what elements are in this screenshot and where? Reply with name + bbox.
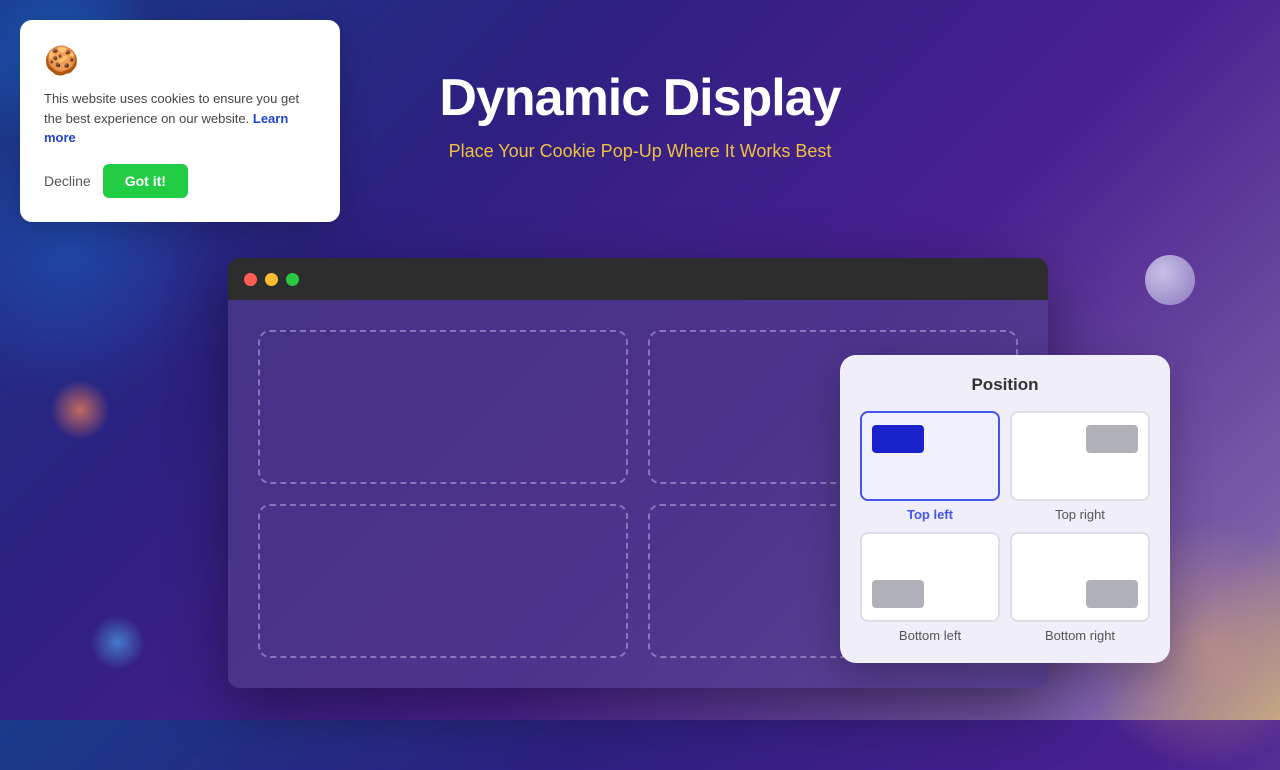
cookie-popup: 🍪 This website uses cookies to ensure yo… bbox=[20, 20, 340, 222]
background-blob-small-blue bbox=[90, 615, 145, 670]
decline-button[interactable]: Decline bbox=[44, 173, 91, 189]
position-indicator-bottom-left bbox=[872, 580, 924, 608]
traffic-dot-red[interactable] bbox=[244, 273, 257, 286]
background-blob-orange bbox=[50, 380, 110, 440]
cookie-icon: 🍪 bbox=[44, 44, 316, 77]
position-preview-bottom-right bbox=[1010, 532, 1150, 622]
traffic-dot-yellow[interactable] bbox=[265, 273, 278, 286]
position-grid: Top left Top right Bottom left Bottom ri… bbox=[860, 411, 1150, 643]
position-panel: Position Top left Top right Bottom left … bbox=[840, 355, 1170, 663]
position-panel-title: Position bbox=[860, 375, 1150, 395]
traffic-dot-green[interactable] bbox=[286, 273, 299, 286]
content-placeholder-bottom-left bbox=[258, 504, 628, 658]
gotit-button[interactable]: Got it! bbox=[103, 164, 188, 198]
background-sphere bbox=[1145, 255, 1195, 305]
position-label-top-right: Top right bbox=[1055, 507, 1105, 522]
position-label-bottom-right: Bottom right bbox=[1045, 628, 1115, 643]
position-preview-bottom-left bbox=[860, 532, 1000, 622]
position-preview-top-left bbox=[860, 411, 1000, 501]
cookie-text: This website uses cookies to ensure you … bbox=[44, 89, 316, 148]
position-indicator-bottom-right bbox=[1086, 580, 1138, 608]
position-preview-top-right bbox=[1010, 411, 1150, 501]
cookie-buttons: Decline Got it! bbox=[44, 164, 316, 198]
position-option-bottom-left[interactable]: Bottom left bbox=[860, 532, 1000, 643]
browser-titlebar bbox=[228, 258, 1048, 300]
position-option-top-right[interactable]: Top right bbox=[1010, 411, 1150, 522]
content-placeholder-top-left bbox=[258, 330, 628, 484]
position-label-bottom-left: Bottom left bbox=[899, 628, 961, 643]
position-label-top-left: Top left bbox=[907, 507, 953, 522]
position-option-bottom-right[interactable]: Bottom right bbox=[1010, 532, 1150, 643]
position-option-top-left[interactable]: Top left bbox=[860, 411, 1000, 522]
position-indicator-top-left bbox=[872, 425, 924, 453]
position-indicator-top-right bbox=[1086, 425, 1138, 453]
